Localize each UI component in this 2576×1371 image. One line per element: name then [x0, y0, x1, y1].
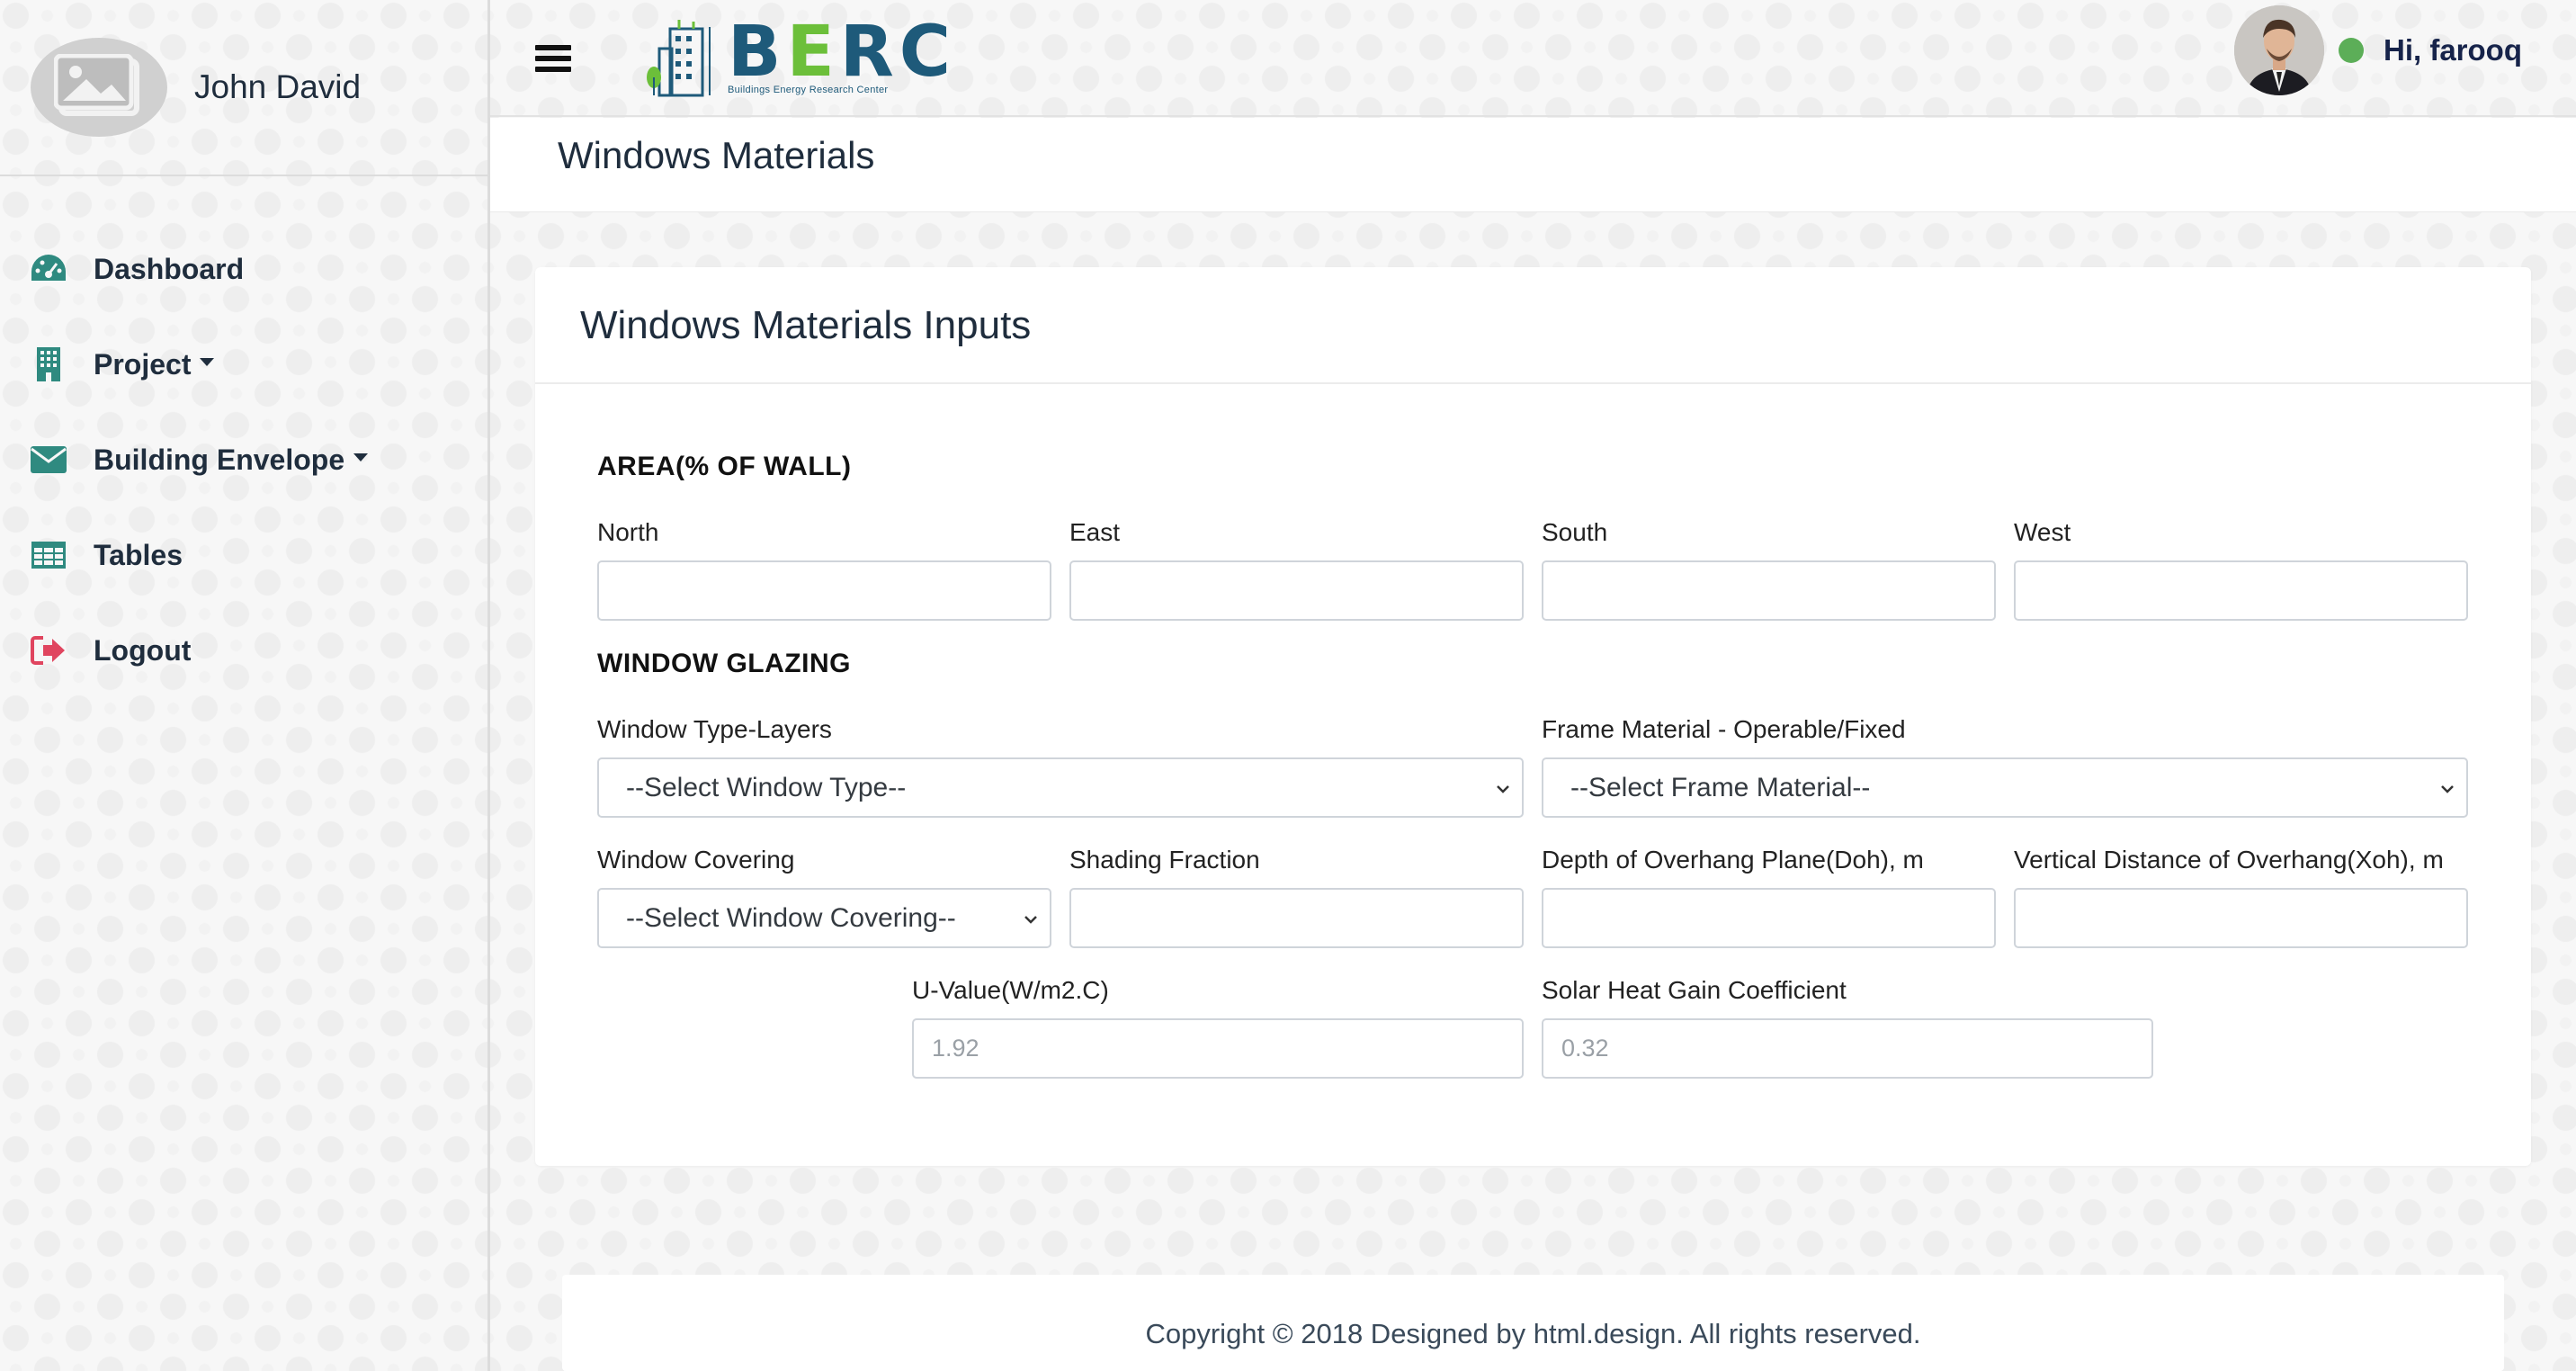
caret-down-icon: [200, 357, 215, 366]
east-label: East: [1069, 518, 1121, 546]
area-section-title: AREA(% OF WALL): [597, 452, 852, 481]
chevron-down-icon: [2441, 785, 2454, 793]
user-greeting: Hi, farooq: [2384, 33, 2522, 67]
windows-materials-card: Windows Materials Inputs AREA(% OF WALL)…: [535, 267, 2531, 1166]
sidebar-item-project[interactable]: Project: [0, 317, 487, 412]
sidebar-item-building-envelope[interactable]: Building Envelope: [0, 412, 487, 507]
menu-toggle-icon[interactable]: [535, 45, 571, 76]
logo-text: BERC Buildings Energy Research Center: [728, 12, 957, 95]
sidebar-item-logout[interactable]: Logout: [0, 603, 487, 698]
shading-fraction-input[interactable]: [1069, 888, 1524, 948]
window-type-select[interactable]: --Select Window Type--: [597, 757, 1524, 818]
chevron-down-icon: [1497, 785, 1509, 793]
sidebar-item-label: Building Envelope: [94, 443, 345, 476]
page-title-bar: Windows Materials: [490, 118, 2576, 212]
profile-avatar[interactable]: [2234, 5, 2324, 95]
user-name: John David: [194, 68, 362, 105]
overhang-distance-input[interactable]: [2014, 888, 2468, 948]
card-title: Windows Materials Inputs: [580, 303, 1032, 347]
building-icon: [29, 345, 68, 384]
u-value-label: U-Value(W/m2.C): [912, 976, 1109, 1004]
image-placeholder-icon: [54, 54, 139, 116]
sidebar-item-dashboard[interactable]: Dashboard: [0, 221, 487, 317]
user-profile[interactable]: Hi, farooq: [2234, 5, 2522, 95]
north-label: North: [597, 518, 659, 546]
east-area-input[interactable]: [1069, 560, 1524, 621]
sidebar-item-tables[interactable]: Tables: [0, 507, 487, 603]
u-value-input[interactable]: [912, 1018, 1524, 1079]
frame-material-label: Frame Material - Operable/Fixed: [1542, 715, 1906, 743]
window-type-selected: --Select Window Type--: [626, 772, 907, 802]
logout-icon: [29, 631, 68, 670]
sidebar-user-block: John David: [0, 0, 487, 176]
avatar[interactable]: [31, 38, 167, 137]
building-logo-icon: [647, 20, 711, 97]
page-title: Windows Materials: [558, 134, 875, 176]
sidebar-item-label: Tables: [94, 538, 183, 571]
dashboard-icon: [29, 249, 68, 289]
overhang-depth-label: Depth of Overhang Plane(Doh), m: [1542, 846, 1924, 874]
west-area-input[interactable]: [2014, 560, 2468, 621]
window-covering-label: Window Covering: [597, 846, 795, 874]
overhang-depth-input[interactable]: [1542, 888, 1996, 948]
glazing-section-title: WINDOW GLAZING: [597, 649, 851, 678]
shgc-label: Solar Heat Gain Coefficient: [1542, 976, 1847, 1004]
envelope-icon: [29, 440, 68, 479]
caret-down-icon: [353, 453, 369, 461]
berc-logo[interactable]: BERC Buildings Energy Research Center: [643, 12, 957, 97]
online-status-indicator: [2339, 38, 2364, 63]
window-covering-select[interactable]: --Select Window Covering--: [597, 888, 1051, 948]
window-type-label: Window Type-Layers: [597, 715, 832, 743]
table-icon: [29, 535, 68, 575]
frame-material-select[interactable]: --Select Frame Material--: [1542, 757, 2468, 818]
top-bar: BERC Buildings Energy Research Center Hi…: [490, 0, 2576, 117]
frame-material-selected: --Select Frame Material--: [1570, 772, 1871, 802]
copyright-text: Copyright © 2018 Designed by html.design…: [1145, 1318, 1921, 1349]
north-area-input[interactable]: [597, 560, 1051, 621]
west-label: West: [2014, 518, 2071, 546]
card-header: Windows Materials Inputs: [535, 267, 2531, 384]
window-covering-selected: --Select Window Covering--: [626, 902, 956, 933]
sidebar-item-label: Logout: [94, 633, 192, 667]
logo-wordmark: BERC: [728, 12, 957, 93]
sidebar-item-label: Dashboard: [94, 252, 245, 285]
south-area-input[interactable]: [1542, 560, 1996, 621]
sidebar: John David Dashboard Project Building En…: [0, 0, 490, 1371]
shgc-input[interactable]: [1542, 1018, 2153, 1079]
overhang-distance-label: Vertical Distance of Overhang(Xoh), m: [2014, 846, 2444, 874]
sidebar-nav: Dashboard Project Building Envelope Tabl…: [0, 176, 487, 698]
footer: Copyright © 2018 Designed by html.design…: [562, 1275, 2504, 1371]
sidebar-item-label: Project: [94, 347, 192, 381]
shading-fraction-label: Shading Fraction: [1069, 846, 1260, 874]
south-label: South: [1542, 518, 1608, 546]
chevron-down-icon: [1024, 916, 1037, 924]
